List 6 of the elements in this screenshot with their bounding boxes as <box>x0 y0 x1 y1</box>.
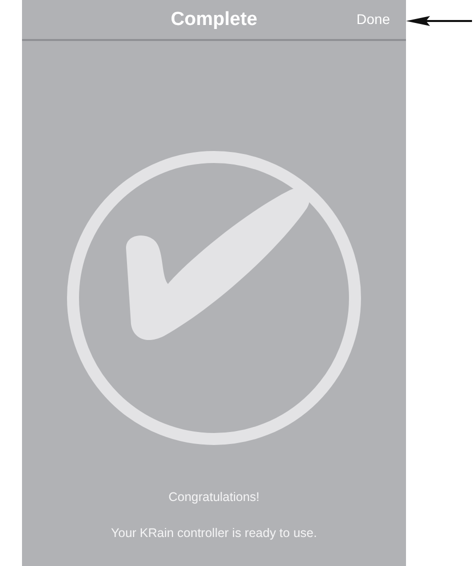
checkmark-circle-icon <box>64 148 364 448</box>
done-button[interactable]: Done <box>356 11 390 27</box>
message-text: Your KRain controller is ready to use. <box>111 526 317 540</box>
pointer-arrow <box>406 15 472 27</box>
screen-title: Complete <box>170 8 258 30</box>
message-text: Congratulations! <box>168 490 260 504</box>
